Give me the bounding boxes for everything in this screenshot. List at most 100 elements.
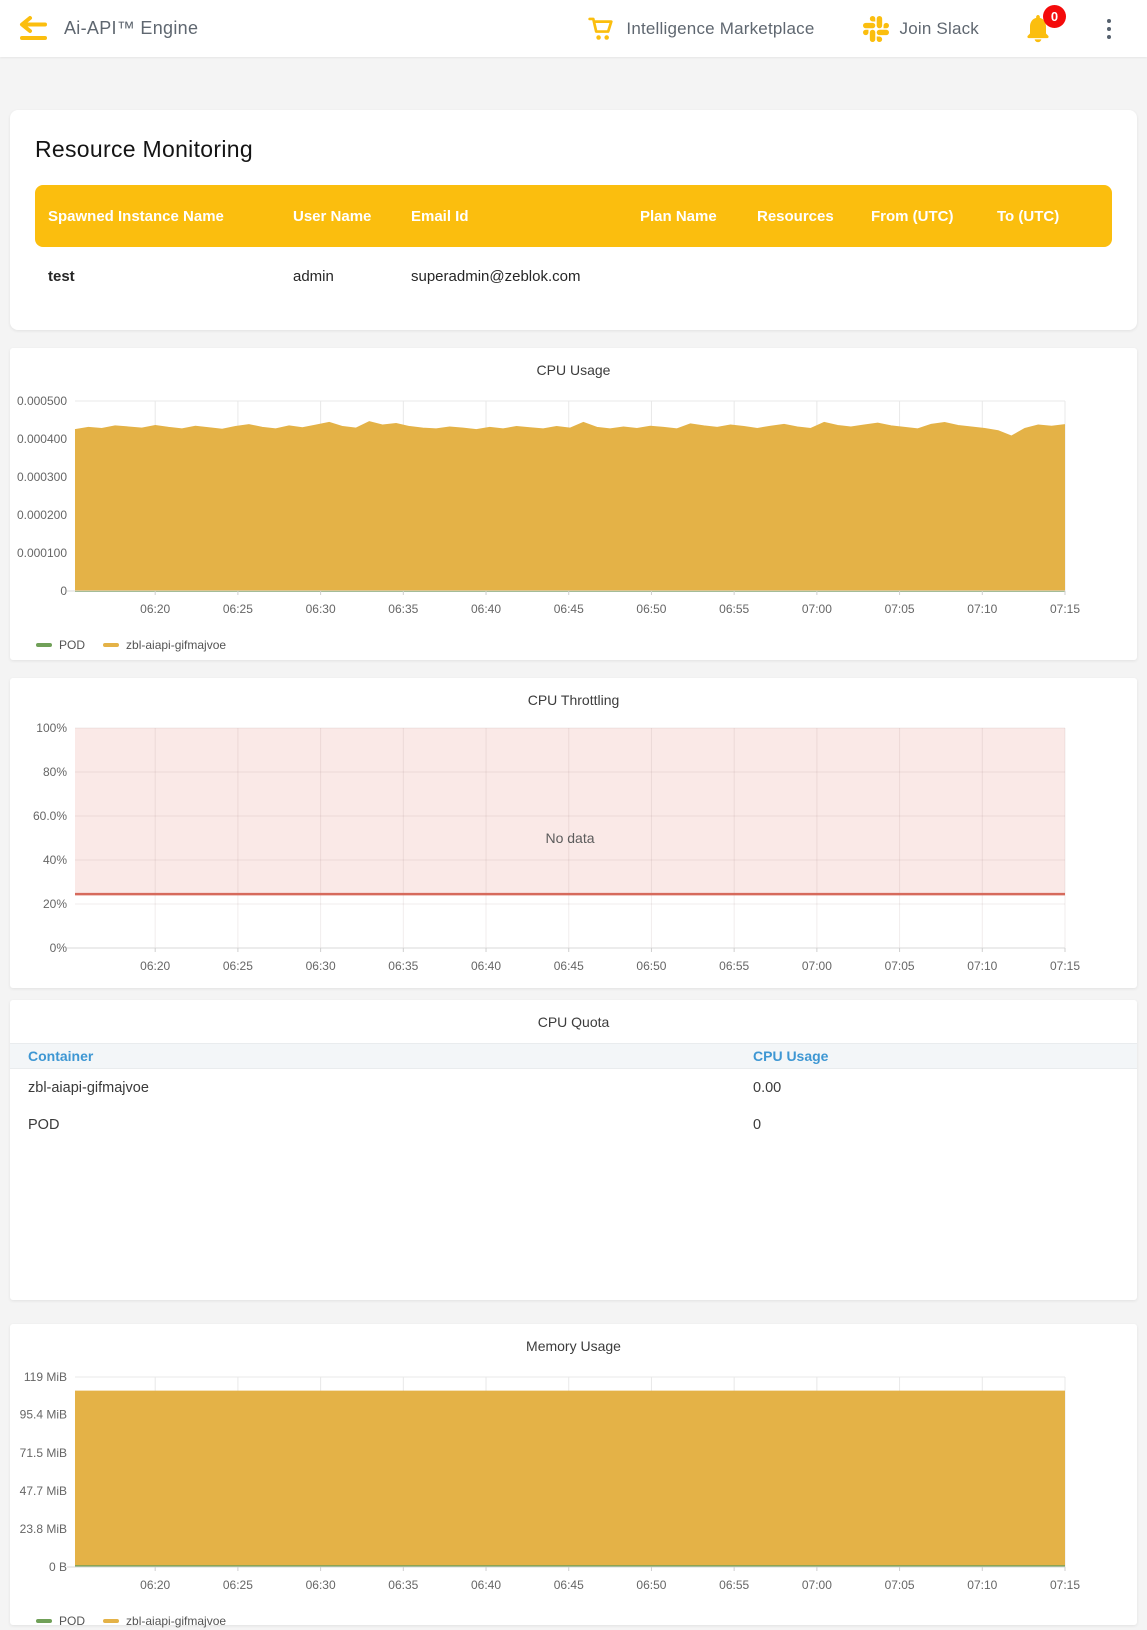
- svg-text:06:30: 06:30: [306, 959, 336, 973]
- quota-cell-usage: 0: [753, 1117, 1137, 1133]
- svg-text:0%: 0%: [50, 941, 68, 955]
- resource-table-header: Spawned Instance Name User Name Email Id…: [35, 185, 1112, 247]
- cpu-usage-card: CPU Usage 0.0005000.0004000.0003000.0002…: [10, 348, 1137, 660]
- svg-text:07:05: 07:05: [885, 602, 915, 616]
- svg-text:0.000100: 0.000100: [17, 546, 67, 560]
- cpu-usage-title: CPU Usage: [10, 362, 1137, 378]
- table-row: test admin superadmin@zeblok.com: [35, 247, 1112, 285]
- pod-swatch: [36, 643, 52, 647]
- quota-cell-usage: 0.00: [753, 1080, 1137, 1096]
- svg-text:06:55: 06:55: [719, 602, 749, 616]
- cpu-quota-card: CPU Quota Container CPU Usage zbl-aiapi-…: [10, 1000, 1137, 1300]
- memory-usage-title: Memory Usage: [10, 1338, 1137, 1354]
- pod-swatch: [36, 1619, 52, 1623]
- svg-text:06:25: 06:25: [223, 1578, 253, 1592]
- quota-row: zbl-aiapi-gifmajvoe 0.00: [10, 1069, 1137, 1106]
- cell-from: [858, 268, 984, 285]
- svg-text:119 MiB: 119 MiB: [24, 1370, 67, 1384]
- svg-text:06:45: 06:45: [554, 602, 584, 616]
- zbl-swatch: [103, 1619, 119, 1623]
- legend-item-zbl[interactable]: zbl-aiapi-gifmajvoe: [103, 1614, 226, 1628]
- svg-text:07:15: 07:15: [1050, 602, 1080, 616]
- svg-text:No data: No data: [545, 830, 594, 846]
- svg-text:06:45: 06:45: [554, 959, 584, 973]
- quota-col-container[interactable]: Container: [10, 1048, 753, 1064]
- col-to-utc: To (UTC): [984, 208, 1112, 225]
- intelligence-marketplace-link[interactable]: Intelligence Marketplace: [588, 15, 814, 42]
- svg-text:0: 0: [60, 584, 67, 598]
- notifications-button[interactable]: 0: [1023, 12, 1057, 46]
- col-email-id: Email Id: [398, 208, 627, 225]
- col-plan-name: Plan Name: [627, 208, 744, 225]
- svg-text:06:40: 06:40: [471, 1578, 501, 1592]
- cpu-usage-chart: 0.0005000.0004000.0003000.0002000.000100…: [15, 386, 1132, 636]
- page-title: Resource Monitoring: [35, 136, 1112, 163]
- slack-icon: [863, 16, 889, 42]
- svg-text:06:45: 06:45: [554, 1578, 584, 1592]
- svg-text:07:05: 07:05: [885, 1578, 915, 1592]
- legend-item-pod[interactable]: POD: [36, 1614, 85, 1628]
- svg-text:71.5 MiB: 71.5 MiB: [20, 1446, 67, 1460]
- svg-text:60.0%: 60.0%: [33, 809, 67, 823]
- svg-text:06:35: 06:35: [388, 602, 418, 616]
- cpu-throttling-chart: No data100%80%60.0%40%20%0%06:2006:2506:…: [15, 716, 1132, 991]
- svg-text:06:30: 06:30: [306, 1578, 336, 1592]
- quota-cell-container: POD: [10, 1117, 753, 1133]
- cpu-usage-legend: POD zbl-aiapi-gifmajvoe: [36, 638, 1137, 652]
- resource-monitoring-card: Resource Monitoring Spawned Instance Nam…: [10, 110, 1137, 330]
- cell-plan: [627, 268, 744, 285]
- col-from-utc: From (UTC): [858, 208, 984, 225]
- cpu-quota-title: CPU Quota: [10, 1014, 1137, 1030]
- svg-text:06:25: 06:25: [223, 602, 253, 616]
- svg-text:06:35: 06:35: [388, 959, 418, 973]
- cell-to: [984, 268, 1112, 285]
- overflow-menu-button[interactable]: [1101, 13, 1117, 45]
- legend-item-pod[interactable]: POD: [36, 638, 85, 652]
- cell-user: admin: [280, 268, 398, 285]
- zbl-swatch: [103, 643, 119, 647]
- svg-text:07:15: 07:15: [1050, 959, 1080, 973]
- app-title: Ai-API™ Engine: [64, 18, 198, 39]
- quota-col-cpu-usage[interactable]: CPU Usage: [753, 1048, 1137, 1064]
- cell-email: superadmin@zeblok.com: [398, 268, 627, 285]
- svg-text:07:00: 07:00: [802, 1578, 832, 1592]
- collapse-sidebar-icon[interactable]: [18, 15, 48, 42]
- join-slack-label: Join Slack: [900, 19, 979, 39]
- notification-badge: 0: [1043, 5, 1066, 28]
- svg-text:06:50: 06:50: [636, 959, 666, 973]
- svg-text:07:10: 07:10: [967, 1578, 997, 1592]
- svg-text:80%: 80%: [43, 765, 67, 779]
- svg-text:06:30: 06:30: [306, 602, 336, 616]
- quota-table-header: Container CPU Usage: [10, 1043, 1137, 1069]
- svg-text:100%: 100%: [36, 721, 67, 735]
- legend-item-zbl[interactable]: zbl-aiapi-gifmajvoe: [103, 638, 226, 652]
- svg-text:06:20: 06:20: [140, 959, 170, 973]
- svg-text:06:55: 06:55: [719, 1578, 749, 1592]
- svg-text:06:40: 06:40: [471, 602, 501, 616]
- memory-usage-legend: POD zbl-aiapi-gifmajvoe: [36, 1614, 1137, 1628]
- svg-text:23.8 MiB: 23.8 MiB: [20, 1522, 67, 1536]
- cpu-throttling-title: CPU Throttling: [10, 692, 1137, 708]
- topbar: Ai-API™ Engine Intelligence Marketplace …: [0, 0, 1147, 57]
- svg-text:07:00: 07:00: [802, 959, 832, 973]
- svg-text:06:20: 06:20: [140, 602, 170, 616]
- quota-row: POD 0: [10, 1106, 1137, 1143]
- svg-text:0.000200: 0.000200: [17, 508, 67, 522]
- svg-text:06:40: 06:40: [471, 959, 501, 973]
- cell-instance: test: [35, 268, 280, 285]
- svg-text:20%: 20%: [43, 897, 67, 911]
- col-user-name: User Name: [280, 208, 398, 225]
- svg-text:06:55: 06:55: [719, 959, 749, 973]
- svg-text:95.4 MiB: 95.4 MiB: [20, 1408, 67, 1422]
- svg-text:40%: 40%: [43, 853, 67, 867]
- svg-text:0.000400: 0.000400: [17, 432, 67, 446]
- cell-resources: [744, 268, 858, 285]
- svg-text:07:15: 07:15: [1050, 1578, 1080, 1592]
- svg-text:07:00: 07:00: [802, 602, 832, 616]
- cpu-throttling-card: CPU Throttling No data 100% 80% 60.0% 40% 20%…: [10, 678, 1137, 988]
- svg-text:07:10: 07:10: [967, 959, 997, 973]
- resource-monitoring-table: Spawned Instance Name User Name Email Id…: [35, 185, 1112, 285]
- cart-icon: [588, 15, 615, 42]
- join-slack-link[interactable]: Join Slack: [863, 16, 979, 42]
- svg-text:47.7 MiB: 47.7 MiB: [20, 1484, 67, 1498]
